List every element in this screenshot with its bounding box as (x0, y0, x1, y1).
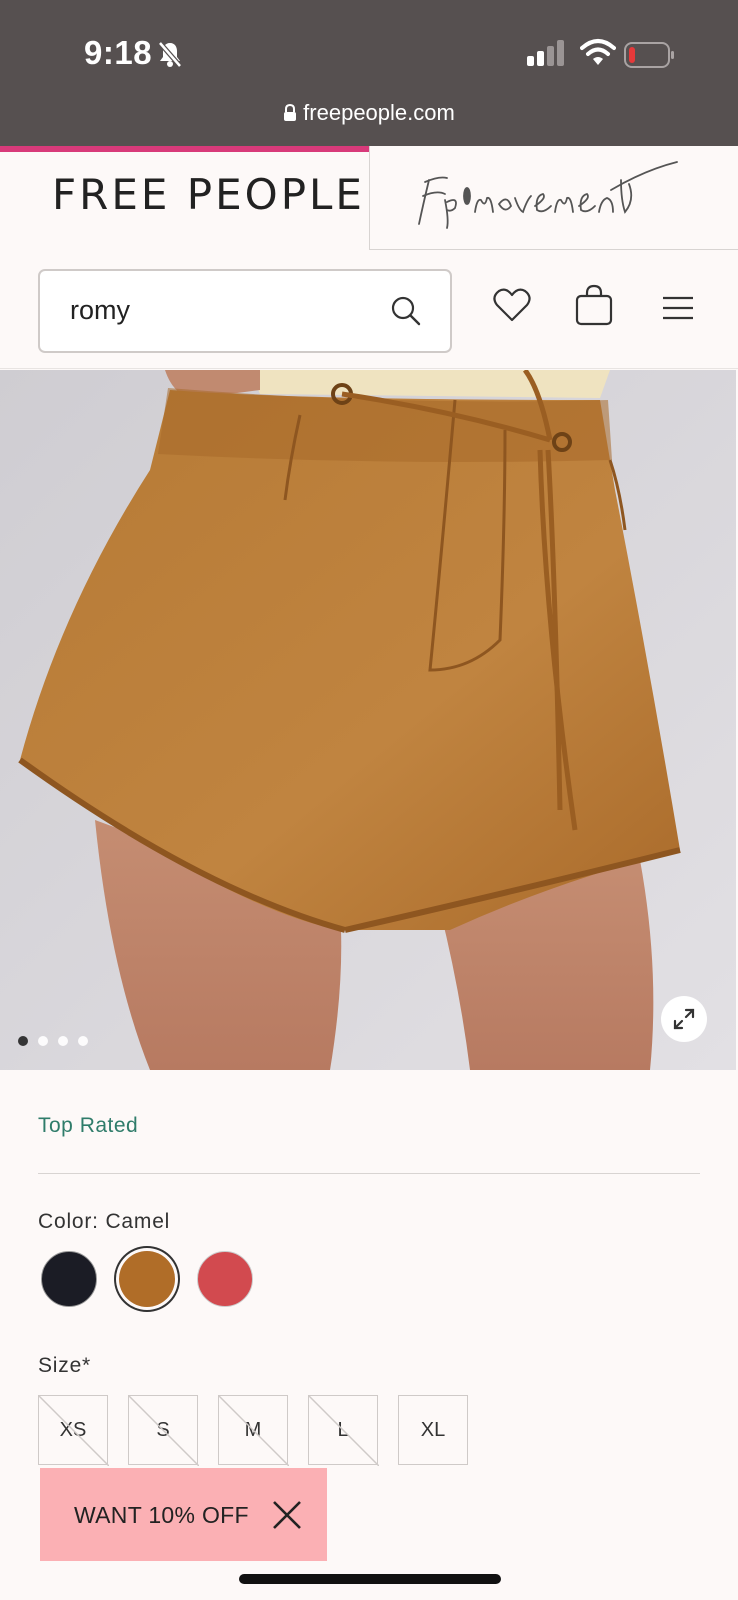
search-input[interactable]: romy (70, 295, 130, 326)
wifi-icon (580, 39, 616, 65)
url-bar[interactable]: freepeople.com (0, 100, 738, 126)
hamburger-menu-icon[interactable] (662, 296, 694, 320)
search-icon[interactable] (390, 295, 422, 327)
size-option-l[interactable]: L (308, 1395, 379, 1466)
size-option-xs[interactable]: XS (38, 1395, 109, 1466)
battery-icon (624, 42, 674, 68)
product-photo-shorts (0, 370, 736, 1070)
browser-top-bar: 9:18 freepeople.com (0, 0, 738, 146)
size-option-xl[interactable]: XL (398, 1395, 468, 1465)
size-label: Size* (38, 1354, 92, 1377)
product-image[interactable] (0, 370, 736, 1070)
cell-signal-icon (527, 40, 564, 66)
status-time: 9:18 (84, 34, 153, 71)
fp-movement-logo[interactable] (415, 160, 685, 232)
home-indicator[interactable] (239, 1574, 501, 1584)
url-text: freepeople.com (303, 100, 455, 125)
gallery-dot[interactable] (78, 1036, 88, 1046)
gallery-dot[interactable] (58, 1036, 68, 1046)
search-box[interactable]: romy (38, 269, 452, 353)
gallery-dot[interactable] (18, 1036, 28, 1046)
color-swatch-black[interactable] (41, 1251, 97, 1307)
gallery-pagination (18, 1036, 88, 1046)
free-people-logo[interactable]: FREE PEOPLE (52, 170, 365, 219)
size-option-s[interactable]: S (128, 1395, 199, 1466)
color-swatch-red[interactable] (197, 1251, 253, 1307)
close-icon[interactable] (272, 1500, 302, 1530)
promo-text[interactable]: WANT 10% OFF (74, 1502, 249, 1529)
shopping-bag-icon[interactable] (575, 284, 613, 326)
color-swatch-camel[interactable] (119, 1251, 175, 1307)
color-label: Color: Camel (38, 1210, 171, 1233)
expand-arrows-icon (673, 1008, 695, 1030)
gallery-dot[interactable] (38, 1036, 48, 1046)
wishlist-heart-icon[interactable] (493, 288, 531, 322)
unavailable-slash (129, 1396, 199, 1466)
section-divider (38, 1173, 700, 1174)
unavailable-slash (309, 1396, 379, 1466)
unavailable-slash (219, 1396, 289, 1466)
discount-promo-banner[interactable]: WANT 10% OFF (40, 1468, 327, 1561)
header-divider (0, 368, 738, 369)
bell-muted-icon (158, 41, 182, 68)
lock-icon (284, 104, 297, 121)
top-rated-badge: Top Rated (38, 1114, 139, 1137)
size-option-label: XL (420, 1418, 446, 1441)
expand-image-button[interactable] (661, 996, 707, 1042)
size-option-m[interactable]: M (218, 1395, 289, 1466)
unavailable-slash (39, 1396, 109, 1466)
